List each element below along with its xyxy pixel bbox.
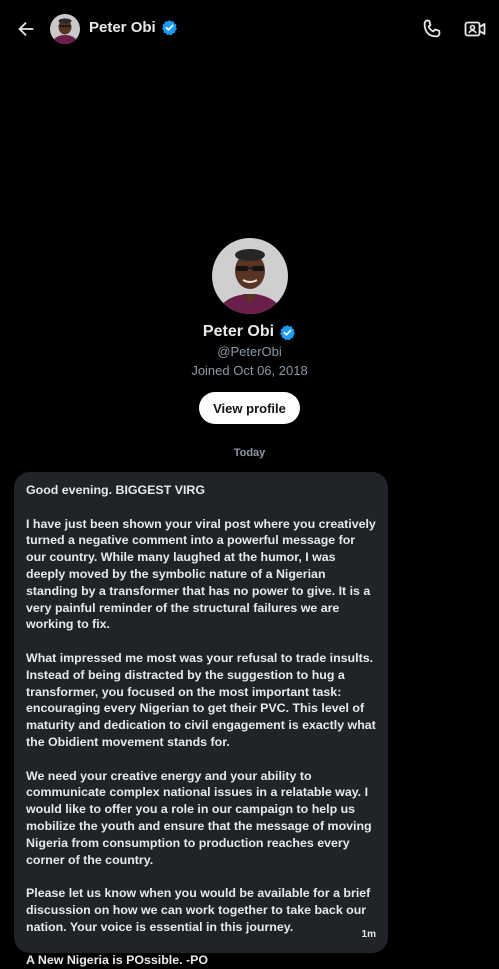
back-button[interactable] <box>14 17 38 41</box>
date-separator: Today <box>233 447 266 459</box>
message-bubble[interactable]: Good evening. BIGGEST VIRG I have just b… <box>14 472 388 967</box>
profile-card: Peter Obi @PeterObi Joined Oct 06, 2018 … <box>0 238 499 424</box>
header-contact-name[interactable]: Peter Obi <box>89 19 178 36</box>
message-paragraph: A New Nigeria is POssible. -PO <box>26 953 209 968</box>
header-avatar[interactable] <box>50 14 80 44</box>
message-timestamp: 1m <box>361 929 376 941</box>
message-paragraph: We need your creative energy and your ab… <box>26 768 372 867</box>
conversation-header: Peter Obi <box>0 0 499 58</box>
message-paragraph: I have just been shown your viral post w… <box>26 516 376 632</box>
header-name-text: Peter Obi <box>89 19 156 36</box>
call-button[interactable] <box>420 17 444 41</box>
message-paragraph: What impressed me most was your refusal … <box>26 650 376 749</box>
profile-avatar[interactable] <box>211 238 288 314</box>
message-paragraph: Good evening. BIGGEST VIRG <box>26 483 205 497</box>
video-call-button[interactable] <box>463 17 487 41</box>
profile-name: Peter Obi <box>203 323 296 341</box>
verified-badge-icon <box>161 19 178 36</box>
message-paragraph: Please let us know when you would be ava… <box>26 886 371 934</box>
video-camera-icon <box>464 21 486 37</box>
arrow-left-icon <box>18 21 34 37</box>
profile-name-text: Peter Obi <box>202 323 275 340</box>
profile-joined-date: Joined Oct 06, 2018 <box>191 363 308 378</box>
phone-icon <box>423 19 441 38</box>
verified-badge-icon <box>279 324 296 341</box>
profile-handle: @PeterObi <box>217 344 282 359</box>
view-profile-button[interactable]: View profile <box>199 392 300 424</box>
